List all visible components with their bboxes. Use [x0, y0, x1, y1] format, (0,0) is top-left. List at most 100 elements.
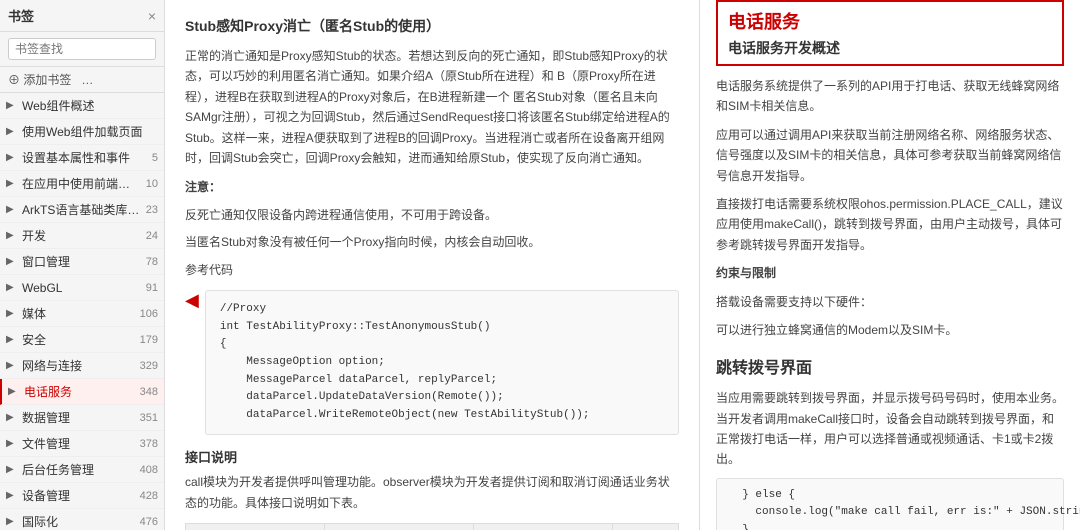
table-header-permission: 所需权限	[613, 524, 679, 530]
sidebar-item-label: WebGL	[22, 281, 142, 295]
sidebar-item-security[interactable]: ▶安全179	[0, 327, 164, 353]
sidebar-item-count: 179	[140, 334, 158, 346]
sidebar-item-icon: ▶	[6, 334, 18, 345]
jump-desc1: 当应用需要跳转到拨号界面，并显示拨号码号码时，使用本业务。当开发者调用makeC…	[716, 388, 1064, 470]
sidebar-item-count: 23	[146, 204, 158, 216]
note-label: 注意：	[185, 178, 679, 197]
sidebar-item-file-mgmt[interactable]: ▶ 文件管理 378	[0, 431, 164, 457]
sidebar-item-label: 文件管理	[22, 435, 136, 452]
sidebar-item-label: 在应用中使用前端页面JavaSc ript	[22, 175, 142, 192]
sidebar-item-icon: ▶	[6, 204, 18, 215]
sidebar-item-dev[interactable]: ▶ 开发 24	[0, 223, 164, 249]
sidebar-item-count: 428	[140, 490, 158, 502]
code-arrow-area: ◀ //Proxy int TestAbilityProxy::TestAnon…	[185, 290, 679, 435]
sidebar-item-phone[interactable]: ▶ 电话服务 348	[0, 379, 164, 405]
note-label-text: 注意：	[185, 180, 221, 194]
sidebar-item-label: 窗口管理	[22, 253, 142, 270]
sidebar-item-i18n[interactable]: ▶国际化476	[0, 509, 164, 530]
sidebar-item-media[interactable]: ▶ 媒体 106	[0, 301, 164, 327]
sidebar-item-icon: ▶	[8, 386, 20, 397]
sidebar-item-icon: ▶	[6, 516, 18, 527]
sidebar: 书签 × ⊕ 添加书签 … ▶Web组件概述▶使用Web组件加载页面▶设置基本属…	[0, 0, 165, 530]
sidebar-item-icon: ▶	[6, 464, 18, 475]
sidebar-item-icon: ▶	[6, 152, 18, 163]
page-title-box: 电话服务 电话服务开发概述	[716, 0, 1064, 66]
stub-para1: 正常的消亡通知是Proxy感知Stub的状态。若想达到反向的死亡通知，即Stub…	[185, 46, 679, 168]
constraint-detail: 可以进行独立蜂窝通信的Modem以及SIM卡。	[716, 320, 1064, 340]
add-bookmark-button[interactable]: ⊕ 添加书签	[8, 71, 71, 88]
sidebar-item-icon: ▶	[6, 438, 18, 449]
sidebar-item-task-mgmt[interactable]: ▶ 后台任务管理 408	[0, 457, 164, 483]
page-main-title: 电话服务	[728, 8, 1052, 34]
sidebar-item-window[interactable]: ▶ 窗口管理 78	[0, 249, 164, 275]
sidebar-item-label: 电话服务	[24, 383, 136, 400]
sidebar-item-icon: ▶	[6, 490, 18, 501]
sidebar-item-count: 5	[152, 152, 158, 164]
table-header-desc: 描述	[474, 524, 613, 530]
sidebar-item-icon: ▶	[6, 230, 18, 241]
sidebar-item-icon: ▶	[6, 178, 18, 189]
sidebar-item-network[interactable]: ▶网络与连接329	[0, 353, 164, 379]
sidebar-item-config-basic[interactable]: ▶ 设置基本属性和事件 5	[0, 145, 164, 171]
sidebar-list: ▶Web组件概述▶使用Web组件加载页面▶设置基本属性和事件5▶在应用中使用前端…	[0, 93, 164, 530]
sidebar-search-area	[0, 32, 164, 67]
right-code-block: } else { console.log("make call fail, er…	[716, 478, 1064, 530]
api-section-title: 接口说明	[185, 447, 679, 466]
sidebar-item-count: 106	[140, 308, 158, 320]
sidebar-item-ark-ts[interactable]: ▶ ArkTS语言基础类库概述 23	[0, 197, 164, 223]
page-subtitle: 电话服务开发概述	[728, 38, 1052, 58]
table-header-category: 功能分类	[186, 524, 325, 530]
content-left-panel: Stub感知Proxy消亡（匿名Stub的使用） 正常的消亡通知是Proxy感知…	[165, 0, 700, 530]
table-header-api: 接口名	[324, 524, 474, 530]
sidebar-search-input[interactable]	[8, 38, 156, 60]
constraint-text: 搭载设备需要支持以下硬件：	[716, 292, 1064, 312]
sidebar-item-icon: ▶	[6, 100, 18, 111]
sidebar-item-count: 78	[146, 256, 158, 268]
more-options-button[interactable]: …	[81, 73, 93, 87]
sidebar-item-icon: ▶	[6, 308, 18, 319]
main-content: Stub感知Proxy消亡（匿名Stub的使用） 正常的消亡通知是Proxy感知…	[165, 0, 1080, 530]
sidebar-item-web-load[interactable]: ▶使用Web组件加载页面	[0, 119, 164, 145]
jump-section-title: 跳转拨号界面	[716, 354, 1064, 382]
sidebar-item-icon: ▶	[6, 256, 18, 267]
constraint-title: 约束与限制	[716, 263, 1064, 283]
sidebar-item-label: 开发	[22, 227, 142, 244]
sidebar-item-label: 设备管理	[22, 487, 136, 504]
sidebar-close-button[interactable]: ×	[148, 8, 156, 24]
sidebar-item-icon: ▶	[6, 360, 18, 371]
sidebar-item-count: 24	[146, 230, 158, 242]
sidebar-item-label: 设置基本属性和事件	[22, 149, 148, 166]
sidebar-item-label: 后台任务管理	[22, 461, 136, 478]
sidebar-item-count: 378	[140, 438, 158, 450]
sidebar-item-count: 476	[140, 516, 158, 528]
sidebar-item-label: 数据管理	[22, 409, 136, 426]
right-intro3: 直接拨打电话需要系统权限ohos.permission.PLACE_CALL，建…	[716, 194, 1064, 255]
sidebar-item-icon: ▶	[6, 412, 18, 423]
sidebar-item-device-mgmt[interactable]: ▶ 设备管理 428	[0, 483, 164, 509]
sidebar-item-label: 使用Web组件加载页面	[22, 123, 158, 140]
api-desc-text: call模块为开发者提供呼叫管理功能。observer模块为开发者提供订阅和取消…	[185, 472, 679, 513]
sidebar-header: 书签 ×	[0, 0, 164, 32]
right-intro2: 应用可以通过调用API来获取当前注册网络名称、网络服务状态、信号强度以及SIM卡…	[716, 125, 1064, 186]
stub-section-title: Stub感知Proxy消亡（匿名Stub的使用）	[185, 16, 679, 36]
sidebar-item-count: 408	[140, 464, 158, 476]
sidebar-item-webgl[interactable]: ▶ WebGL 91	[0, 275, 164, 301]
sidebar-item-label: Web组件概述	[22, 97, 158, 114]
sidebar-item-icon: ▶	[6, 282, 18, 293]
content-right-panel: 电话服务 电话服务开发概述 电话服务系统提供了一系列的API用于打电话、获取无线…	[700, 0, 1080, 530]
sidebar-item-js-inapp[interactable]: ▶在应用中使用前端页面JavaSc ript10	[0, 171, 164, 197]
sidebar-item-label: 媒体	[22, 305, 136, 322]
sidebar-item-label: ArkTS语言基础类库概述	[22, 201, 142, 218]
ref-label: 参考代码	[185, 260, 679, 280]
note1-text: 反死亡通知仅限设备内跨进程通信使用，不可用于跨设备。	[185, 206, 679, 225]
sidebar-item-count: 351	[140, 412, 158, 424]
sidebar-item-count: 329	[140, 360, 158, 372]
sidebar-item-count: 348	[140, 386, 158, 398]
sidebar-title: 书签	[8, 6, 34, 25]
right-intro1: 电话服务系统提供了一系列的API用于打电话、获取无线蜂窝网络和SIM卡相关信息。	[716, 76, 1064, 117]
api-table: 功能分类 接口名 描述 所需权限 能力获取call.hasVoiceCapabi…	[185, 523, 679, 530]
code-block: //Proxy int TestAbilityProxy::TestAnonym…	[205, 290, 679, 435]
sidebar-item-data-mgmt[interactable]: ▶ 数据管理 351	[0, 405, 164, 431]
sidebar-item-web-overview[interactable]: ▶ Web组件概述	[0, 93, 164, 119]
sidebar-item-count: 91	[146, 282, 158, 294]
